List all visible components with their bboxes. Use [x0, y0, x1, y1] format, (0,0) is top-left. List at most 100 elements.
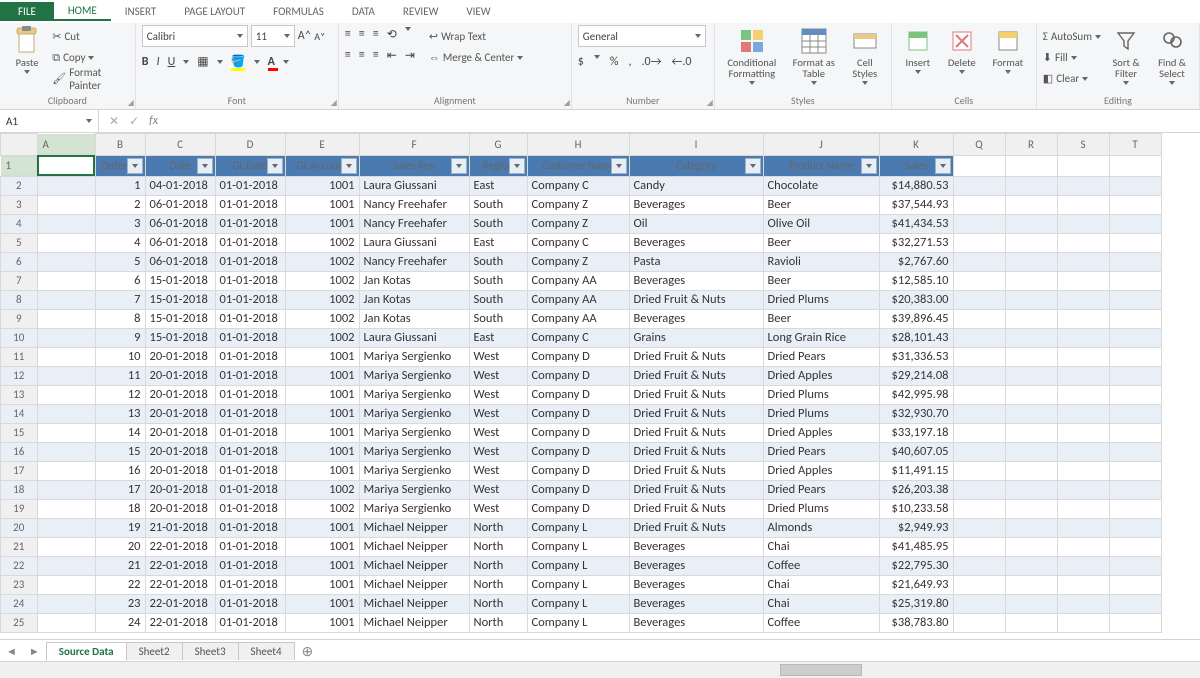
cell[interactable] — [953, 575, 1005, 594]
cell[interactable]: Company C — [527, 176, 629, 195]
cell[interactable] — [1005, 155, 1057, 176]
cell[interactable]: Dried Plums — [763, 404, 879, 423]
find-select-button[interactable]: Find & Select — [1151, 25, 1193, 85]
column-header[interactable]: B — [95, 134, 145, 156]
cell[interactable] — [953, 290, 1005, 309]
cell[interactable] — [1005, 366, 1057, 385]
column-header[interactable]: D — [215, 134, 285, 156]
cell[interactable] — [37, 252, 95, 271]
align-bottom-icon[interactable]: ≡ — [373, 27, 379, 42]
cell[interactable]: Dried Pears — [763, 347, 879, 366]
cell[interactable]: West — [469, 499, 527, 518]
cell[interactable]: 1001 — [285, 537, 359, 556]
cell[interactable] — [37, 632, 95, 633]
cell[interactable]: 01-01-2018 — [215, 271, 285, 290]
filter-dropdown-icon[interactable] — [745, 158, 761, 174]
ribbon-tab-file[interactable]: FILE — [0, 2, 54, 21]
cell[interactable] — [1005, 385, 1057, 404]
cell[interactable]: Dried Plums — [763, 499, 879, 518]
cell[interactable]: 18 — [95, 499, 145, 518]
cell[interactable]: Dried Fruit & Nuts — [629, 423, 763, 442]
select-all-cell[interactable] — [1, 134, 38, 156]
cell[interactable]: Company L — [527, 594, 629, 613]
cell[interactable]: North — [469, 537, 527, 556]
cell[interactable]: Nancy Freehafer — [359, 214, 469, 233]
cell[interactable]: West — [469, 404, 527, 423]
align-right-icon[interactable]: ≡ — [373, 48, 379, 63]
cell[interactable]: West — [469, 423, 527, 442]
table-header-cell[interactable]: Product Name — [763, 155, 879, 176]
cell[interactable] — [37, 271, 95, 290]
cell[interactable]: 20-01-2018 — [145, 442, 215, 461]
cell[interactable]: Candy — [629, 176, 763, 195]
cell[interactable] — [1005, 613, 1057, 632]
cell[interactable] — [1057, 176, 1109, 195]
row-header[interactable]: 5 — [1, 233, 38, 252]
comma-icon[interactable]: , — [628, 55, 631, 69]
cell[interactable] — [953, 385, 1005, 404]
cell[interactable]: Jan Kotas — [359, 309, 469, 328]
cell[interactable]: 19 — [95, 518, 145, 537]
cell[interactable]: 01-01-2018 — [215, 556, 285, 575]
cell[interactable]: Dried Pears — [763, 480, 879, 499]
delete-button[interactable]: Delete — [942, 25, 982, 74]
cell[interactable]: Dried Fruit & Nuts — [629, 461, 763, 480]
dialog-launcher-icon[interactable]: ◢ — [564, 98, 570, 108]
cell[interactable]: 01-01-2018 — [215, 594, 285, 613]
cell[interactable] — [953, 252, 1005, 271]
cell[interactable]: 06-01-2018 — [145, 214, 215, 233]
cell[interactable]: 01-01-2018 — [215, 499, 285, 518]
cell[interactable]: 1001 — [285, 518, 359, 537]
cell[interactable] — [1109, 214, 1161, 233]
cell[interactable]: $25,319.80 — [879, 594, 953, 613]
cell[interactable]: 01-01-2018 — [215, 423, 285, 442]
cell[interactable] — [879, 632, 953, 633]
cell[interactable]: Chai — [763, 594, 879, 613]
cell[interactable]: Company AA — [527, 309, 629, 328]
fill-color-button[interactable]: 🪣 — [231, 54, 246, 69]
cell[interactable]: Almonds — [763, 518, 879, 537]
cell[interactable] — [1005, 632, 1057, 633]
column-header[interactable]: K — [879, 134, 953, 156]
cell[interactable]: Oil — [629, 214, 763, 233]
filter-dropdown-icon[interactable] — [611, 158, 627, 174]
cell[interactable]: Beverages — [629, 271, 763, 290]
cell[interactable]: $21,649.93 — [879, 575, 953, 594]
cell[interactable] — [1057, 271, 1109, 290]
cell[interactable]: Dried Plums — [763, 290, 879, 309]
cell[interactable] — [1057, 328, 1109, 347]
cell[interactable]: Dried Fruit & Nuts — [629, 480, 763, 499]
cell[interactable] — [215, 632, 285, 633]
cell[interactable]: Company D — [527, 461, 629, 480]
cell[interactable]: 3 — [95, 214, 145, 233]
cell[interactable] — [37, 480, 95, 499]
cell[interactable]: South — [469, 252, 527, 271]
cell[interactable] — [953, 442, 1005, 461]
cell[interactable]: $2,767.60 — [879, 252, 953, 271]
cell[interactable]: 1002 — [285, 309, 359, 328]
cell[interactable] — [1109, 556, 1161, 575]
cell[interactable]: Beer — [763, 309, 879, 328]
cell[interactable]: $32,271.53 — [879, 233, 953, 252]
cell[interactable]: Dried Apples — [763, 461, 879, 480]
cell[interactable] — [1109, 385, 1161, 404]
cell[interactable]: 1001 — [285, 461, 359, 480]
filter-dropdown-icon[interactable] — [267, 158, 283, 174]
cell[interactable] — [37, 575, 95, 594]
cell[interactable] — [1109, 423, 1161, 442]
cell[interactable]: Company D — [527, 480, 629, 499]
cell[interactable] — [1057, 556, 1109, 575]
align-center-icon[interactable]: ≡ — [359, 48, 365, 63]
cell[interactable]: 1001 — [285, 347, 359, 366]
cell[interactable]: 1001 — [285, 214, 359, 233]
cell[interactable]: Company D — [527, 385, 629, 404]
cell[interactable]: Dried Plums — [763, 385, 879, 404]
cell[interactable]: West — [469, 461, 527, 480]
table-header-cell[interactable]: Order ID — [95, 155, 145, 176]
cell[interactable] — [1109, 613, 1161, 632]
cell[interactable]: Michael Neipper — [359, 575, 469, 594]
cell[interactable]: 1002 — [285, 499, 359, 518]
format-as-table-button[interactable]: Format as Table — [787, 25, 841, 85]
cell[interactable] — [37, 518, 95, 537]
column-header[interactable]: Q — [953, 134, 1005, 156]
